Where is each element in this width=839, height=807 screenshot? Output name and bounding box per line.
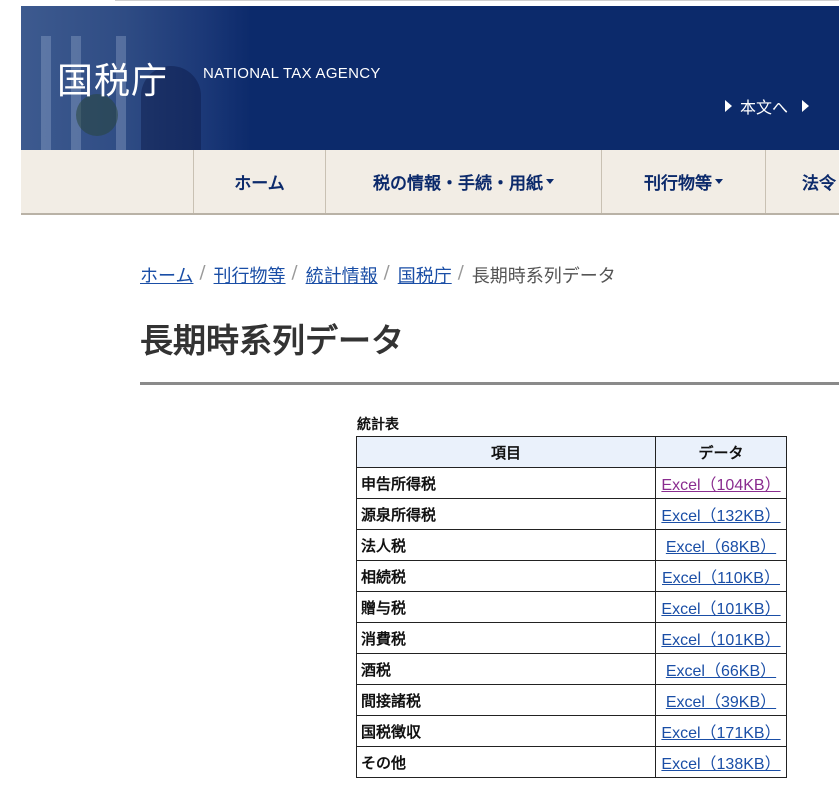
table-row: 申告所得税 Excel（104KB） [356, 467, 787, 499]
excel-download-link[interactable]: Excel（171KB） [661, 725, 780, 742]
triangle-right-icon [725, 100, 732, 112]
column-header-data: データ [655, 436, 787, 468]
breadcrumb-publications[interactable]: 刊行物等 [214, 262, 286, 288]
site-header: 国税庁 NATIONAL TAX AGENCY 本文へ [21, 6, 839, 150]
row-name: 相続税 [356, 560, 656, 592]
nav-item-tax-info-label: 税の情報・手続・用紙 [373, 174, 543, 194]
row-data-cell: Excel（66KB） [655, 653, 787, 685]
table-caption: 統計表 [357, 417, 399, 433]
row-name: その他 [356, 746, 656, 778]
row-data-cell: Excel（138KB） [655, 746, 787, 778]
table-row: 相続税 Excel（110KB） [356, 560, 787, 592]
excel-download-link[interactable]: Excel（101KB） [661, 601, 780, 618]
row-name: 消費税 [356, 622, 656, 654]
excel-download-link[interactable]: Excel（132KB） [661, 508, 780, 525]
nav-item-publications-label: 刊行物等 [644, 174, 712, 194]
global-nav: ホーム 税の情報・手続・用紙 刊行物等 法令 [21, 150, 839, 215]
table-row: 国税徴収 Excel（171KB） [356, 715, 787, 747]
row-data-cell: Excel（68KB） [655, 529, 787, 561]
excel-download-link[interactable]: Excel（104KB） [661, 477, 780, 494]
row-name: 法人税 [356, 529, 656, 561]
row-name: 源泉所得税 [356, 498, 656, 530]
breadcrumb-nta[interactable]: 国税庁 [398, 262, 452, 288]
statistics-table: 項目 データ 申告所得税 Excel（104KB） 源泉所得税 Excel（13… [356, 436, 787, 778]
page-title: 長期時系列データ [140, 321, 404, 360]
row-name: 申告所得税 [356, 467, 656, 499]
nav-item-home-label: ホーム [234, 174, 285, 194]
table-row: 消費税 Excel（101KB） [356, 622, 787, 654]
nav-item-publications[interactable]: 刊行物等 [601, 150, 765, 213]
skip-links: 本文へ [725, 94, 817, 118]
row-name: 間接諸税 [356, 684, 656, 716]
breadcrumb-separator: / [383, 262, 390, 283]
table-row: 源泉所得税 Excel（132KB） [356, 498, 787, 530]
triangle-right-icon [802, 100, 810, 112]
table-row: 法人税 Excel（68KB） [356, 529, 787, 561]
excel-download-link[interactable]: Excel（110KB） [662, 570, 780, 587]
site-logo[interactable]: 国税庁 [57, 52, 168, 104]
row-data-cell: Excel（132KB） [655, 498, 787, 530]
table-header-row: 項目 データ [356, 436, 787, 468]
excel-download-link[interactable]: Excel（66KB） [666, 663, 776, 680]
row-name: 贈与税 [356, 591, 656, 623]
skip-to-content-link[interactable]: 本文へ [725, 94, 788, 118]
excel-download-link[interactable]: Excel（101KB） [661, 632, 780, 649]
excel-download-link[interactable]: Excel（138KB） [661, 756, 780, 773]
nav-item-laws-label: 法令 [802, 174, 836, 194]
row-name: 国税徴収 [356, 715, 656, 747]
title-divider [140, 382, 839, 385]
row-data-cell: Excel（110KB） [655, 560, 787, 592]
table-row: 間接諸税 Excel（39KB） [356, 684, 787, 716]
breadcrumb-separator: / [457, 262, 464, 283]
nav-item-home[interactable]: ホーム [193, 150, 325, 213]
row-data-cell: Excel（171KB） [655, 715, 787, 747]
breadcrumb: ホーム / 刊行物等 / 統計情報 / 国税庁 / 長期時系列データ [140, 262, 616, 288]
breadcrumb-current: 長期時系列データ [471, 266, 616, 287]
breadcrumb-home[interactable]: ホーム [140, 262, 193, 288]
table-row: 酒税 Excel（66KB） [356, 653, 787, 685]
row-data-cell: Excel（39KB） [655, 684, 787, 716]
skip-to-content-label: 本文へ [740, 98, 789, 117]
breadcrumb-statistics[interactable]: 統計情報 [306, 262, 378, 288]
chevron-down-icon [715, 179, 723, 184]
site-logo-english: NATIONAL TAX AGENCY [203, 65, 381, 82]
table-row: その他 Excel（138KB） [356, 746, 787, 778]
excel-download-link[interactable]: Excel（68KB） [666, 539, 776, 556]
nav-item-tax-info[interactable]: 税の情報・手続・用紙 [325, 150, 601, 213]
column-header-item: 項目 [356, 436, 656, 468]
chevron-down-icon [546, 179, 554, 184]
skip-link-2[interactable] [802, 94, 817, 118]
excel-download-link[interactable]: Excel（39KB） [666, 694, 776, 711]
row-data-cell: Excel（101KB） [655, 622, 787, 654]
row-name: 酒税 [356, 653, 656, 685]
table-row: 贈与税 Excel（101KB） [356, 591, 787, 623]
breadcrumb-separator: / [291, 262, 298, 283]
nav-item-laws[interactable]: 法令 [765, 150, 839, 213]
breadcrumb-separator: / [199, 262, 206, 283]
row-data-cell: Excel（104KB） [655, 467, 787, 499]
row-data-cell: Excel（101KB） [655, 591, 787, 623]
